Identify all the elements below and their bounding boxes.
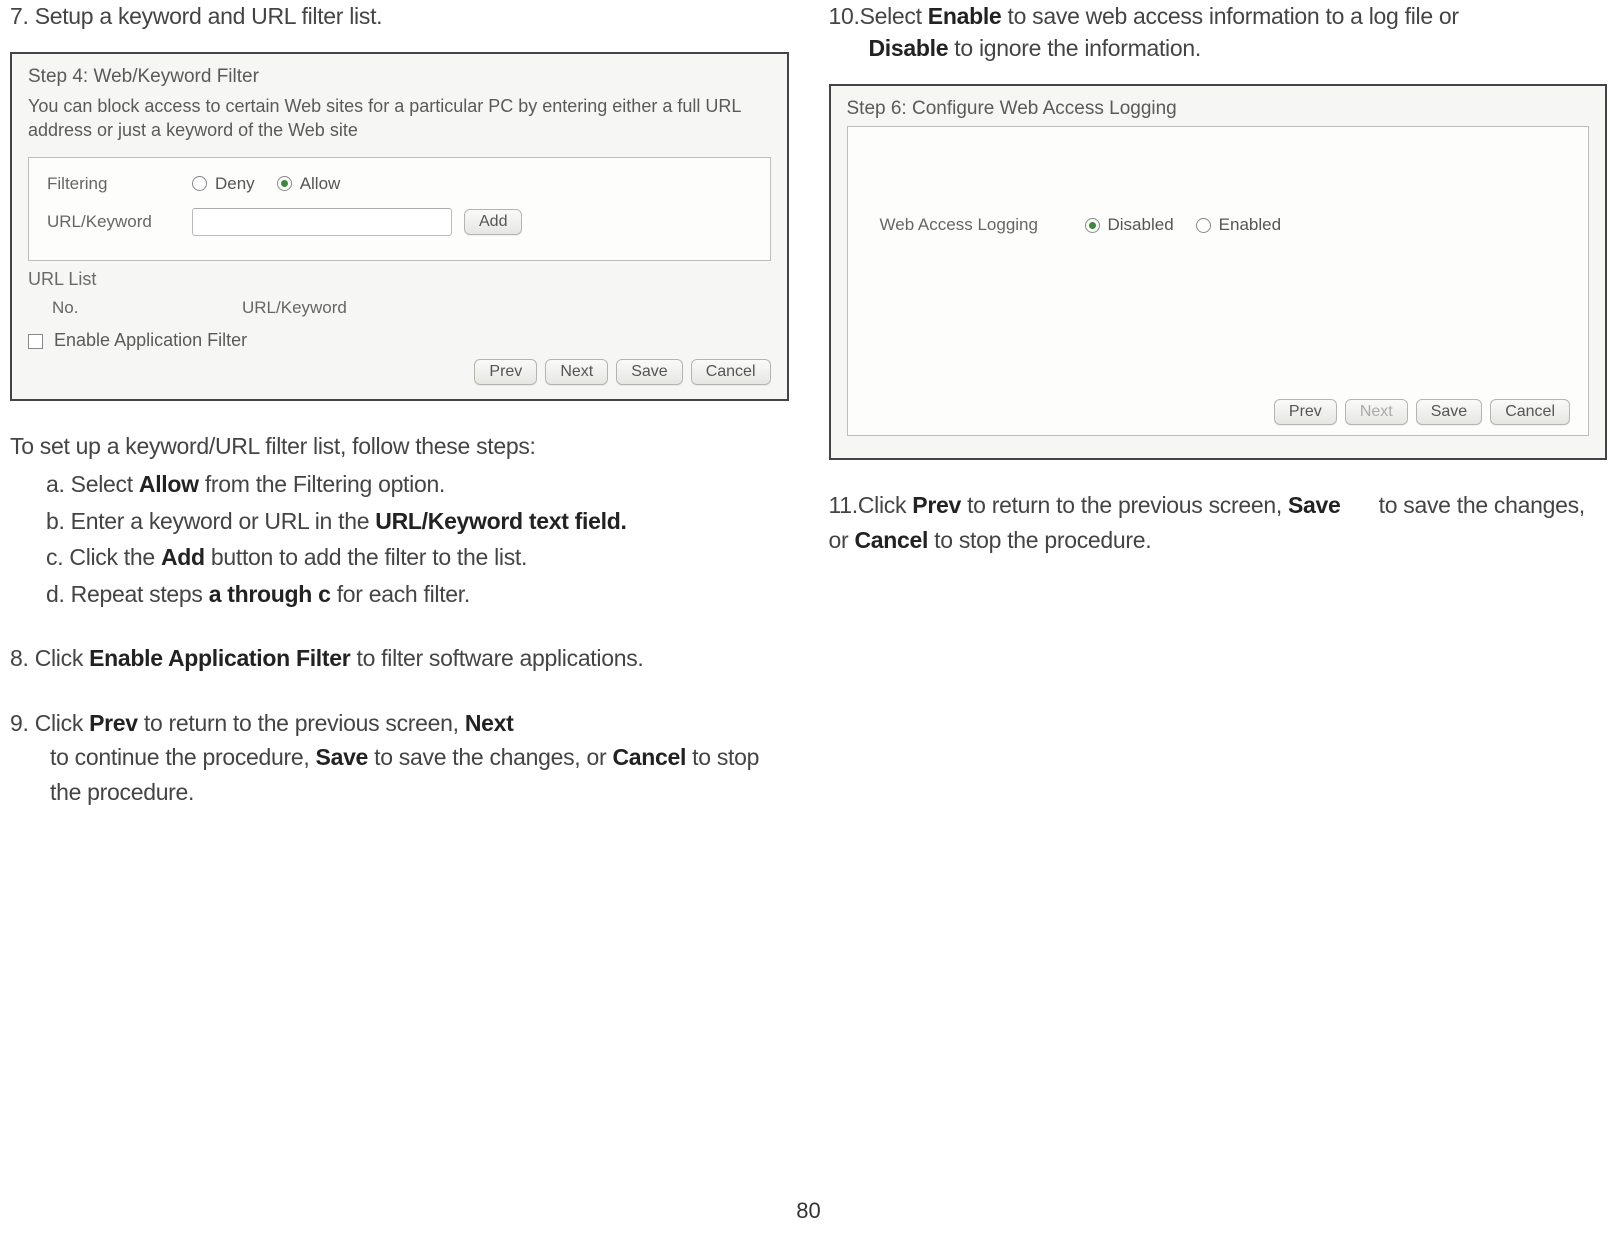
radio-deny[interactable] (192, 176, 207, 191)
substep-a: a. Select Allow from the Filtering optio… (46, 467, 789, 502)
web-access-logging-row: Web Access Logging Disabled Enabled (880, 215, 1571, 235)
right-column: 10.Select Enable to save web access info… (829, 0, 1608, 809)
sub-steps: a. Select Allow from the Filtering optio… (10, 467, 789, 611)
left-column: 7. Setup a keyword and URL filter list. … (10, 0, 789, 809)
prev-button[interactable]: Prev (1274, 399, 1337, 425)
step-10-heading: 10.Select Enable to save web access info… (829, 0, 1608, 64)
next-button[interactable]: Next (1345, 399, 1408, 425)
radio-disabled-label: Disabled (1108, 215, 1174, 235)
page-number: 80 (0, 1198, 1617, 1224)
add-button[interactable]: Add (464, 209, 522, 235)
panel4-form: Filtering Deny Allow URL/Keyword Add (28, 157, 771, 261)
enable-app-filter-label: Enable Application Filter (54, 330, 247, 350)
panel6-form: Web Access Logging Disabled Enabled Prev… (847, 126, 1590, 436)
step-9: 9. Click Prev to return to the previous … (10, 706, 789, 810)
panel6-title: Step 6: Configure Web Access Logging (847, 98, 1590, 120)
step-8: 8. Click Enable Application Filter to fi… (10, 641, 789, 676)
panel4-buttons: Prev Next Save Cancel (28, 359, 771, 385)
radio-allow[interactable] (277, 176, 292, 191)
step-7-num: 7. (10, 3, 29, 29)
step-7-text: Setup a keyword and URL filter list. (35, 3, 383, 29)
step-7-heading: 7. Setup a keyword and URL filter list. (10, 0, 789, 32)
col-urlkeyword: URL/Keyword (242, 298, 347, 318)
panel6-buttons: Prev Next Save Cancel (866, 399, 1571, 425)
url-list-label: URL List (28, 269, 771, 290)
substep-d: d. Repeat steps a through c for each fil… (46, 577, 789, 612)
substep-c: c. Click the Add button to add the filte… (46, 540, 789, 575)
enable-app-filter-row: Enable Application Filter (28, 330, 771, 351)
panel-step6: Step 6: Configure Web Access Logging Web… (829, 84, 1608, 460)
step-11: 11.Click Prev to return to the previous … (829, 488, 1608, 557)
radio-allow-label: Allow (300, 174, 341, 194)
cancel-button[interactable]: Cancel (1490, 399, 1570, 425)
filter-intro: To set up a keyword/URL filter list, fol… (10, 429, 789, 464)
save-button[interactable]: Save (616, 359, 682, 385)
urlkeyword-input[interactable] (192, 208, 452, 236)
web-access-logging-label: Web Access Logging (880, 215, 1085, 235)
url-list-header: No. URL/Keyword (28, 294, 771, 326)
right-body: 11.Click Prev to return to the previous … (829, 488, 1608, 557)
prev-button[interactable]: Prev (474, 359, 537, 385)
radio-deny-label: Deny (215, 174, 255, 194)
next-button[interactable]: Next (545, 359, 608, 385)
radio-enabled[interactable] (1196, 218, 1211, 233)
panel4-title: Step 4: Web/Keyword Filter (28, 66, 771, 88)
radio-disabled[interactable] (1085, 218, 1100, 233)
panel-step4: Step 4: Web/Keyword Filter You can block… (10, 52, 789, 401)
cancel-button[interactable]: Cancel (691, 359, 771, 385)
filtering-row: Filtering Deny Allow (47, 174, 752, 194)
filtering-label: Filtering (47, 174, 192, 194)
urlkeyword-label: URL/Keyword (47, 212, 192, 232)
panel4-desc: You can block access to certain Web site… (28, 94, 771, 143)
enable-app-filter-checkbox[interactable] (28, 334, 43, 349)
left-body: To set up a keyword/URL filter list, fol… (10, 429, 789, 810)
col-no: No. (52, 298, 242, 318)
substep-b: b. Enter a keyword or URL in the URL/Key… (46, 504, 789, 539)
radio-enabled-label: Enabled (1219, 215, 1281, 235)
save-button[interactable]: Save (1416, 399, 1482, 425)
urlkeyword-row: URL/Keyword Add (47, 208, 752, 236)
